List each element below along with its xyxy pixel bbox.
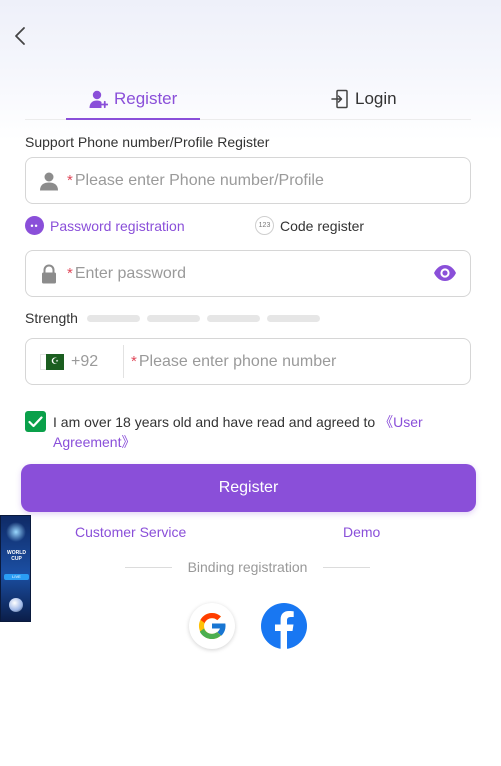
strength-bar-2 — [146, 314, 200, 322]
phone-profile-placeholder: Please enter Phone number/Profile — [74, 171, 324, 189]
checkmark-icon — [28, 415, 43, 427]
user-icon — [39, 171, 59, 191]
strength-bar-4 — [266, 314, 320, 322]
country-code-divider — [123, 345, 124, 378]
pakistan-flag-icon[interactable]: ☪ — [40, 353, 64, 370]
phone-number-placeholder: Please enter phone number — [138, 352, 337, 370]
phone-number-input[interactable]: ☪ +92 * Please enter phone number — [25, 338, 471, 385]
required-mark: * — [131, 353, 137, 370]
promo-text-line1: WORLD CUP — [7, 550, 26, 562]
chevron-left-icon — [15, 27, 25, 45]
password-strength-meter: Strength — [25, 309, 327, 327]
register-button[interactable]: Register — [21, 464, 476, 512]
auth-tabs: Register Login — [0, 78, 501, 122]
registration-mode-selector: •• Password registration 123 Code regist… — [25, 216, 471, 238]
login-door-icon — [331, 89, 348, 109]
support-label: Support Phone number/Profile Register — [25, 134, 270, 150]
tab-register-label: Register — [114, 89, 178, 108]
agreement-statement: I am over 18 years old and have read and… — [53, 414, 380, 430]
binding-registration-divider: Binding registration — [125, 558, 370, 576]
promo-text-line2: LIVE — [4, 574, 29, 580]
divider-line-left — [125, 566, 172, 568]
demo-link[interactable]: Demo — [343, 524, 380, 540]
facebook-login-button[interactable] — [261, 603, 307, 649]
divider-line-right — [322, 566, 370, 568]
secondary-links: Customer Service Demo — [0, 524, 501, 544]
required-mark: * — [67, 265, 73, 282]
strength-bar-3 — [206, 314, 260, 322]
tab-register[interactable]: Register — [88, 78, 177, 120]
tab-login-label: Login — [355, 89, 397, 108]
password-registration-label: Password registration — [50, 217, 185, 234]
country-code-selector[interactable]: +92 — [71, 353, 113, 371]
active-tab-indicator — [66, 118, 200, 120]
eye-icon[interactable] — [433, 263, 457, 283]
back-button[interactable] — [10, 26, 30, 46]
password-placeholder: Enter password — [74, 264, 187, 282]
number-code-icon: 123 — [255, 216, 274, 235]
trophy-icon — [6, 522, 26, 542]
required-mark: * — [67, 172, 73, 189]
tab-login[interactable]: Login — [331, 78, 397, 120]
google-icon — [198, 612, 226, 640]
google-login-button[interactable] — [189, 603, 235, 649]
strength-label: Strength — [25, 310, 78, 326]
password-registration-option[interactable]: •• Password registration — [25, 216, 185, 235]
binding-registration-label: Binding registration — [187, 559, 308, 575]
strength-bar-1 — [86, 314, 140, 322]
phone-profile-input[interactable]: * Please enter Phone number/Profile — [25, 157, 471, 204]
football-icon — [9, 598, 23, 612]
customer-service-link[interactable]: Customer Service — [75, 524, 186, 540]
user-add-icon — [89, 90, 108, 109]
lock-icon — [39, 263, 59, 284]
password-dots-icon: •• — [25, 216, 44, 235]
world-cup-live-promo[interactable]: WORLD CUP LIVE — [0, 515, 31, 622]
code-register-option[interactable]: 123 Code register — [255, 216, 364, 235]
agreement-checkbox[interactable] — [25, 411, 46, 432]
code-register-label: Code register — [280, 217, 365, 234]
agreement-text: I am over 18 years old and have read and… — [53, 412, 471, 452]
password-input[interactable]: * Enter password — [25, 250, 471, 297]
facebook-icon — [275, 611, 294, 649]
